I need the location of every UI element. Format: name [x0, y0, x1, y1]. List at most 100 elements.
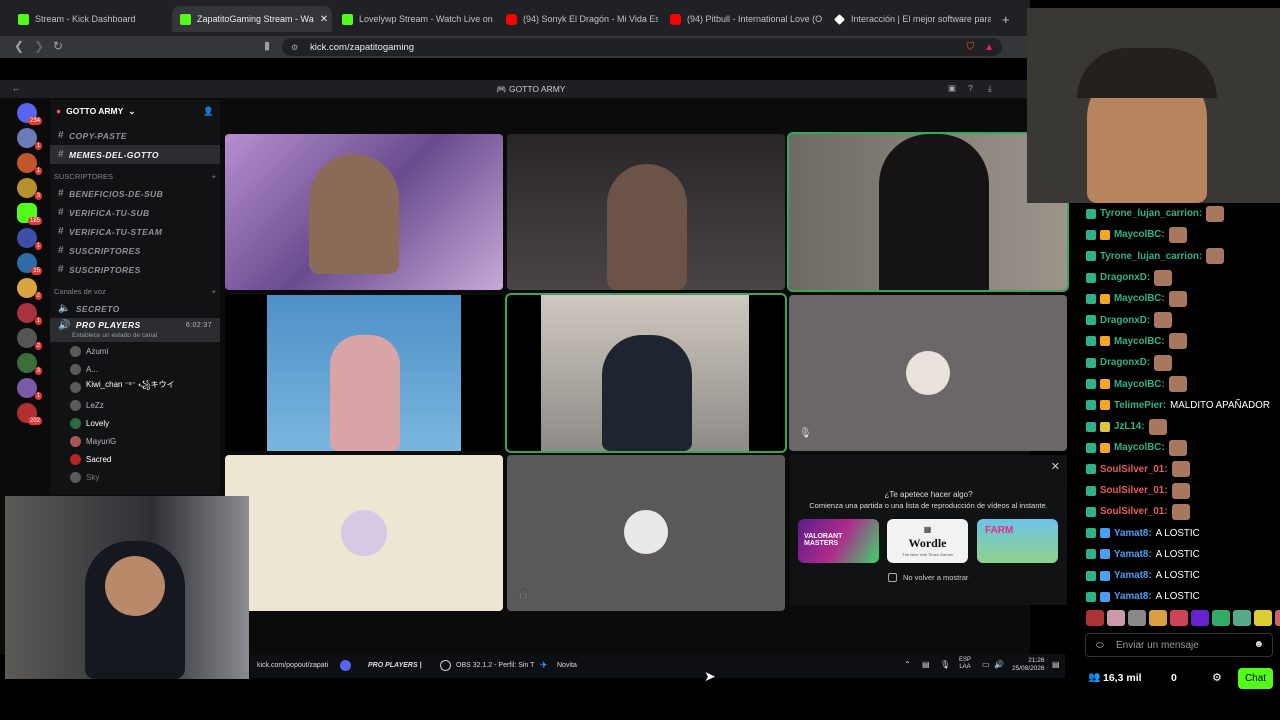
voice-member[interactable]: Lovely	[50, 414, 220, 432]
new-tab-button[interactable]: +	[994, 6, 1014, 32]
chat-send-button[interactable]: Chat	[1238, 668, 1273, 689]
server-header[interactable]: ● GOTTO ARMY ⌄ 👤	[50, 100, 220, 122]
tab-kick-dashboard[interactable]: Stream - Kick Dashboard	[10, 6, 170, 32]
server-icon[interactable]: 1	[17, 303, 42, 325]
taskbar-item-novita[interactable]: Novita	[557, 662, 577, 669]
channel-memes[interactable]: # MEMES-DEL-GOTTO	[50, 145, 220, 164]
tray-chevron-icon[interactable]: ⌃	[904, 660, 911, 669]
server-icon[interactable]: 2	[17, 328, 42, 350]
discord-icon[interactable]	[340, 660, 351, 671]
taskbar-item-obs[interactable]: OBS 32.1.2 - Perfil: Sin T	[456, 662, 534, 669]
brave-rewards-icon[interactable]: ▲	[984, 42, 994, 53]
voice-member[interactable]: A...	[50, 360, 220, 378]
voice-channel-secreto[interactable]: 🔈 SECRETO	[50, 299, 220, 318]
chat-username[interactable]: MaycolBC:	[1114, 379, 1165, 390]
video-tile[interactable]	[225, 295, 503, 451]
voice-member[interactable]: Azumi	[50, 342, 220, 360]
emote[interactable]	[1086, 610, 1104, 626]
microphone-icon[interactable]: 🎙	[940, 660, 950, 669]
taskbar-item-discord[interactable]: PRO PLAYERS |	[368, 662, 422, 669]
language-indicator[interactable]: ESP LAA	[959, 657, 971, 671]
chat-username[interactable]: Yamat8:	[1114, 570, 1152, 581]
server-icon[interactable]: 2	[17, 278, 42, 300]
network-icon[interactable]: ▭	[982, 660, 990, 669]
chat-username[interactable]: SoulSilver_01:	[1100, 506, 1168, 517]
add-channel-icon[interactable]: +	[212, 172, 216, 182]
server-icon[interactable]: 234	[17, 103, 42, 125]
bookmark-icon[interactable]: ▮	[264, 39, 270, 52]
reload-icon[interactable]: ↻	[53, 39, 63, 53]
emote[interactable]	[1107, 610, 1125, 626]
taskbar-item-browser[interactable]: kick.com/popout/zapati	[257, 662, 328, 669]
game-card-valorant[interactable]: VALORANT MASTERS	[798, 519, 879, 563]
channel-item[interactable]: # VERIFICA-TU-SUB	[50, 203, 220, 222]
emote[interactable]	[1254, 610, 1272, 626]
voice-channel-pro-players[interactable]: 🔊 PRO PLAYERS 6:02:37	[50, 318, 220, 332]
emoji-icon[interactable]: ☻	[1253, 639, 1264, 650]
chat-input[interactable]: ⬭ Enviar un mensaje ☻	[1085, 633, 1273, 657]
chat-username[interactable]: DragonxD:	[1100, 357, 1150, 368]
tab-interaccion[interactable]: Interacción | El mejor software para p	[826, 6, 991, 32]
server-icon[interactable]: 1	[17, 228, 42, 250]
emote[interactable]	[1212, 610, 1230, 626]
chat-username[interactable]: Tyrone_lujan_carrion:	[1100, 208, 1202, 219]
server-icon[interactable]: 1	[17, 153, 42, 175]
kick-server-icon[interactable]: 185	[17, 203, 42, 225]
clock[interactable]: 21:26 25/08/2026	[1012, 657, 1045, 673]
server-icon[interactable]: 1	[17, 128, 42, 150]
voice-member[interactable]: MayuriG	[50, 432, 220, 450]
add-channel-icon[interactable]: +	[212, 287, 216, 297]
emote[interactable]	[1233, 610, 1251, 626]
notification-icon[interactable]: ▤	[1052, 660, 1060, 669]
obs-icon[interactable]	[440, 660, 451, 671]
server-icon[interactable]: 202	[17, 403, 42, 425]
emote[interactable]	[1191, 610, 1209, 626]
chat-username[interactable]: MaycolBC:	[1114, 442, 1165, 453]
tray-app-icon[interactable]: ▤	[922, 660, 930, 669]
back-icon[interactable]: ❮	[14, 39, 24, 53]
url-field[interactable]: ⚙ kick.com/zapatitogaming ⛉ ▲	[282, 38, 1002, 56]
server-icon[interactable]: 15	[17, 253, 42, 275]
close-tab-icon[interactable]: ✕	[320, 14, 328, 25]
channel-item[interactable]: # VERIFICA-TU-STEAM	[50, 222, 220, 241]
video-tile[interactable]	[225, 455, 503, 611]
channel-item[interactable]: # BENEFICIOS-DE-SUB	[50, 184, 220, 203]
video-tile[interactable]	[225, 134, 503, 290]
category-header[interactable]: Canales de voz +	[50, 285, 220, 299]
chat-username[interactable]: Yamat8:	[1114, 528, 1152, 539]
server-icon[interactable]: 3	[17, 353, 42, 375]
emote[interactable]	[1170, 610, 1188, 626]
chat-username[interactable]: TelimePier:	[1114, 400, 1166, 411]
video-tile[interactable]	[787, 132, 1069, 292]
dont-show-again-row[interactable]: No volver a mostrar	[888, 573, 968, 582]
settings-gear-icon[interactable]: ⚙	[1212, 671, 1222, 684]
chat-username[interactable]: DragonxD:	[1100, 315, 1150, 326]
chat-username[interactable]: SoulSilver_01:	[1100, 485, 1168, 496]
chat-username[interactable]: DragonxD:	[1100, 272, 1150, 283]
channel-copy-paste[interactable]: # COPY-PASTE	[50, 126, 220, 145]
category-header[interactable]: SUSCRIPTORES +	[50, 170, 220, 184]
voice-member[interactable]: LeZz	[50, 396, 220, 414]
tab-zapatitogaming[interactable]: ZapatitoGaming Stream - Wa ✕	[172, 6, 332, 32]
voice-member[interactable]: Sacred	[50, 450, 220, 468]
chat-username[interactable]: Yamat8:	[1114, 591, 1152, 602]
game-card-farm[interactable]: FARM	[977, 519, 1058, 563]
channel-item[interactable]: # SUSCRIPTORES	[50, 241, 220, 260]
game-card-wordle[interactable]: ▦ Wordle The New York Times Games	[887, 519, 968, 563]
novita-icon[interactable]: ✈	[540, 660, 548, 671]
chat-identity-icon[interactable]: ⬭	[1096, 640, 1104, 651]
tab-pitbull[interactable]: (94) Pitbull - International Love (Offic	[662, 6, 822, 32]
emote[interactable]	[1128, 610, 1146, 626]
close-icon[interactable]: ✕	[1051, 460, 1060, 473]
chat-username[interactable]: MaycolBC:	[1114, 336, 1165, 347]
download-icon[interactable]: ⤓	[988, 83, 992, 94]
chat-username[interactable]: Yamat8:	[1114, 549, 1152, 560]
voice-status[interactable]: Establece un estado de canal	[50, 332, 220, 342]
back-arrow-icon[interactable]: ←	[12, 83, 21, 93]
tab-sonyk[interactable]: (94) Sonyk El Dragón - Mi Vida Es	[498, 6, 658, 32]
video-tile[interactable]: 🎧	[507, 455, 785, 611]
voice-member[interactable]: Sky	[50, 468, 220, 486]
video-tile[interactable]	[507, 134, 785, 290]
checkbox[interactable]	[888, 573, 897, 582]
volume-icon[interactable]: 🔊	[994, 660, 1004, 669]
